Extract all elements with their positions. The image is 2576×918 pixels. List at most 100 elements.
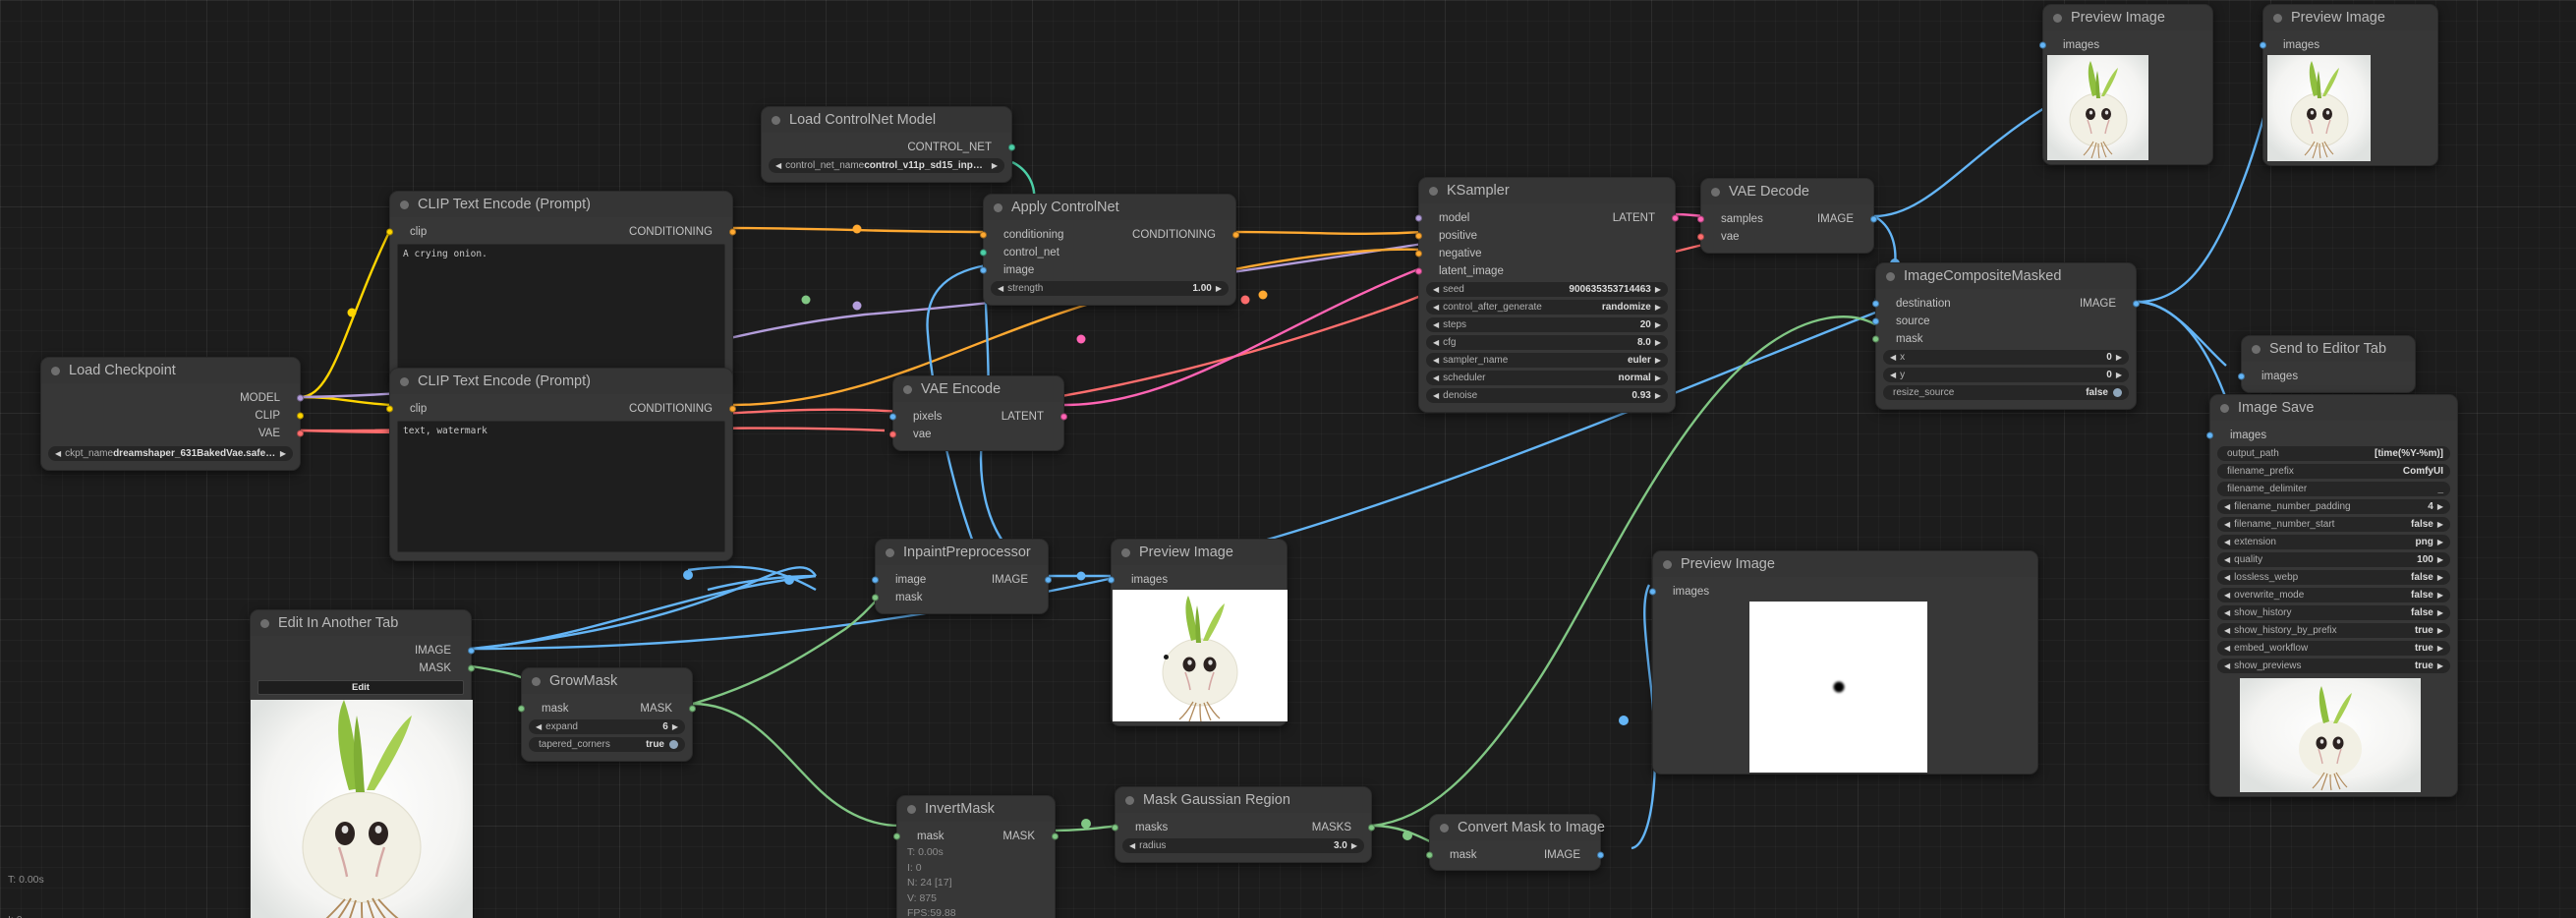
widget-filename-number-start[interactable]: ◀ filename_number_start false ▶	[2217, 517, 2450, 532]
port-dot-masks-in[interactable]	[1112, 824, 1118, 832]
collapse-dot-icon[interactable]	[260, 618, 269, 628]
prompt-textarea[interactable]: A crying onion.	[397, 244, 725, 375]
node-preview-image-mid[interactable]: Preview Image images	[1108, 539, 1288, 726]
widget-resize-source[interactable]: resize_source false	[1883, 385, 2129, 400]
collapse-dot-icon[interactable]	[886, 547, 894, 557]
port-dot-mask-out[interactable]	[1052, 832, 1059, 840]
decrement-arrow-icon[interactable]: ◀	[2224, 573, 2230, 582]
increment-arrow-icon[interactable]: ▶	[1655, 320, 1661, 329]
input-slot-images[interactable]: images	[2039, 37, 2212, 53]
node-ksampler[interactable]: KSampler model LATENT positive negative …	[1415, 177, 1679, 413]
input-slot-mask[interactable]: mask	[1872, 331, 2136, 347]
input-slot-control-net[interactable]: control_net	[980, 245, 1235, 260]
decrement-arrow-icon[interactable]: ◀	[536, 722, 542, 731]
output-slot-model[interactable]: MODEL	[41, 390, 304, 406]
widget-show-previews[interactable]: ◀ show_previews true ▶	[2217, 659, 2450, 673]
widget-y[interactable]: ◀ y 0 ▶	[1883, 368, 2129, 382]
increment-arrow-icon[interactable]: ▶	[2437, 626, 2443, 635]
widget-control-after-generate[interactable]: ◀ control_after_generate randomize ▶	[1426, 300, 1668, 315]
collapse-dot-icon[interactable]	[1711, 187, 1720, 197]
preview-image-thumbnail[interactable]	[2047, 55, 2148, 160]
collapse-dot-icon[interactable]	[1440, 823, 1449, 832]
decrement-arrow-icon[interactable]: ◀	[2224, 608, 2230, 617]
port-dot-samples[interactable]	[1697, 215, 1704, 223]
decrement-arrow-icon[interactable]: ◀	[1433, 338, 1439, 347]
widget-filename-delimiter[interactable]: filename_delimiter _	[2217, 482, 2450, 496]
node-title-bar[interactable]: VAE Encode	[893, 376, 1063, 402]
port-dot-source[interactable]	[1872, 317, 1879, 325]
collapse-dot-icon[interactable]	[903, 384, 912, 394]
slot-row-conditioning[interactable]: conditioning CONDITIONING	[980, 227, 1239, 243]
decrement-arrow-icon[interactable]: ◀	[2224, 591, 2230, 600]
port-dot-control-net[interactable]	[1008, 143, 1015, 151]
decrement-arrow-icon[interactable]: ◀	[2224, 555, 2230, 564]
port-dot-control-net[interactable]	[980, 249, 987, 257]
collapse-dot-icon[interactable]	[2273, 13, 2282, 23]
decrement-arrow-icon[interactable]: ◀	[998, 284, 1003, 293]
node-inpaint-preprocessor[interactable]: InpaintPreprocessor image IMAGE mask	[872, 539, 1052, 614]
port-dot-latent-image[interactable]	[1415, 267, 1422, 275]
collapse-dot-icon[interactable]	[532, 676, 541, 686]
node-title-bar[interactable]: Load Checkpoint	[41, 358, 300, 383]
node-edit-in-another-tab[interactable]: Edit In Another Tab IMAGE MASK Edit	[250, 609, 475, 918]
increment-arrow-icon[interactable]: ▶	[2437, 520, 2443, 529]
increment-arrow-icon[interactable]: ▶	[1655, 373, 1661, 382]
widget-filename-prefix[interactable]: filename_prefix ComfyUI	[2217, 464, 2450, 479]
decrement-arrow-icon[interactable]: ◀	[1890, 353, 1896, 362]
port-dot-clip[interactable]	[297, 412, 304, 420]
input-slot-latent-image[interactable]: latent_image	[1415, 263, 1675, 279]
port-dot-mask[interactable]	[1426, 851, 1433, 859]
widget-tapered-corners[interactable]: tapered_corners true	[529, 737, 685, 752]
collapse-dot-icon[interactable]	[400, 376, 409, 386]
port-dot-mask[interactable]	[872, 594, 879, 602]
decrement-arrow-icon[interactable]: ◀	[2224, 644, 2230, 653]
decrement-arrow-icon[interactable]: ◀	[1129, 841, 1135, 850]
node-title-bar[interactable]: Edit In Another Tab	[251, 610, 471, 636]
editor-image-thumbnail[interactable]	[251, 700, 473, 918]
port-dot-conditioning-out[interactable]	[1232, 231, 1239, 239]
node-title-bar[interactable]: InvertMask	[897, 796, 1055, 822]
node-preview-image-top-2[interactable]: Preview Image images	[2260, 4, 2438, 166]
widget-ckpt-name[interactable]: ◀ ckpt_name dreamshaper_631BakedVae.safe…	[48, 446, 293, 461]
input-slot-images[interactable]: images	[1649, 584, 2037, 600]
prompt-textarea[interactable]: text, watermark	[397, 421, 725, 552]
increment-arrow-icon[interactable]: ▶	[1655, 303, 1661, 312]
increment-arrow-icon[interactable]: ▶	[2116, 371, 2122, 379]
port-dot-mask-in[interactable]	[893, 832, 900, 840]
increment-arrow-icon[interactable]: ▶	[1216, 284, 1222, 293]
port-dot-clip[interactable]	[386, 405, 393, 413]
output-slot-mask[interactable]: MASK	[251, 660, 475, 676]
node-title-bar[interactable]: CLIP Text Encode (Prompt)	[390, 369, 732, 394]
port-dot-image[interactable]	[980, 266, 987, 274]
widget-overwrite-mode[interactable]: ◀ overwrite_mode false ▶	[2217, 588, 2450, 602]
decrement-arrow-icon[interactable]: ◀	[2224, 626, 2230, 635]
collapse-dot-icon[interactable]	[51, 366, 60, 375]
comfyui-graph-canvas[interactable]: Load Checkpoint MODEL CLIP VAE ◀ ckpt_na…	[0, 0, 2576, 918]
decrement-arrow-icon[interactable]: ◀	[1433, 320, 1439, 329]
node-clip-text-encode-negative[interactable]: CLIP Text Encode (Prompt) clip CONDITION…	[386, 368, 736, 561]
preview-image-thumbnail[interactable]	[2267, 55, 2371, 161]
saved-image-thumbnail[interactable]	[2240, 678, 2421, 792]
output-slot-vae[interactable]: VAE	[41, 426, 304, 441]
slot-row-samples-image[interactable]: samples IMAGE	[1697, 211, 1877, 227]
increment-arrow-icon[interactable]: ▶	[2116, 353, 2122, 362]
collapse-dot-icon[interactable]	[2053, 13, 2062, 23]
node-preview-image-top-1[interactable]: Preview Image images	[2039, 4, 2213, 165]
input-slot-vae[interactable]: vae	[1697, 229, 1873, 245]
widget-denoise[interactable]: ◀ denoise 0.93 ▶	[1426, 388, 1668, 403]
collapse-dot-icon[interactable]	[1429, 186, 1438, 196]
decrement-arrow-icon[interactable]: ◀	[2224, 502, 2230, 511]
node-title-bar[interactable]: ImageCompositeMasked	[1876, 263, 2136, 289]
input-slot-images[interactable]: images	[2260, 37, 2437, 53]
input-slot-vae[interactable]: vae	[889, 427, 1063, 442]
decrement-arrow-icon[interactable]: ◀	[1433, 285, 1439, 294]
port-dot-image[interactable]	[468, 647, 475, 655]
port-dot-conditioning[interactable]	[729, 405, 736, 413]
widget-scheduler[interactable]: ◀ scheduler normal ▶	[1426, 371, 1668, 385]
input-slot-negative[interactable]: negative	[1415, 246, 1675, 261]
node-title-bar[interactable]: Preview Image	[1112, 540, 1287, 565]
increment-arrow-icon[interactable]: ▶	[2437, 661, 2443, 670]
collapse-dot-icon[interactable]	[2252, 344, 2261, 354]
widget-strength[interactable]: ◀ strength 1.00 ▶	[991, 281, 1229, 296]
decrement-arrow-icon[interactable]: ◀	[1890, 371, 1896, 379]
